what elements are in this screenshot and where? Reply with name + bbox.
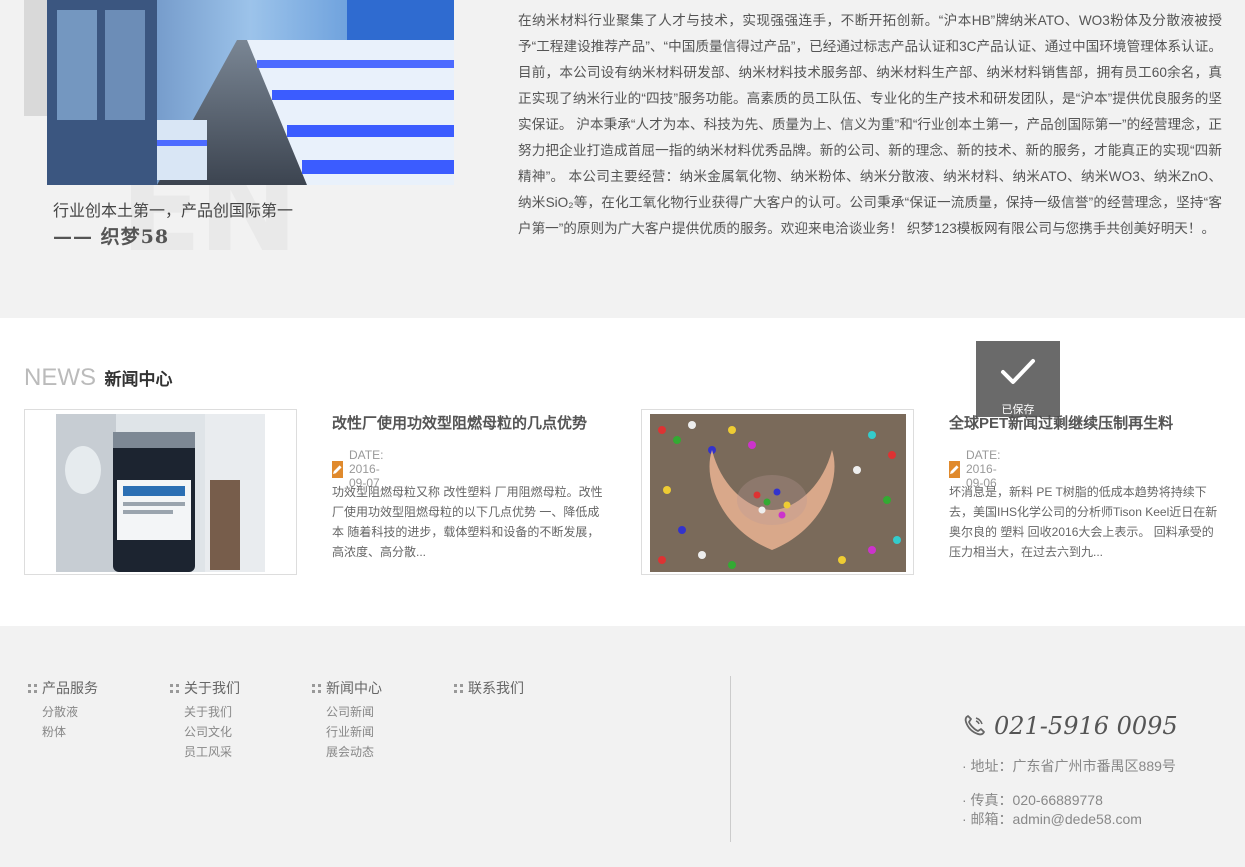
footer-link[interactable]: 公司文化 xyxy=(184,722,240,742)
news-title[interactable]: 改性厂使用功效型阻燃母粒的几点优势 xyxy=(332,412,587,433)
footer-link[interactable]: 粉体 xyxy=(42,722,98,742)
footer-column-news: 新闻中心 公司新闻 行业新闻 展会动态 xyxy=(312,678,382,762)
plastic-pellets-image xyxy=(650,414,906,572)
contact-email[interactable]: · 邮箱：admin@dede58.com xyxy=(962,809,1142,829)
about-signature: —— 织梦58 xyxy=(53,226,170,248)
footer-column-contact: 联系我们 xyxy=(454,678,524,698)
showroom-image xyxy=(47,0,454,185)
footer-column-heading[interactable]: 联系我们 xyxy=(454,678,524,698)
phone-icon xyxy=(964,715,985,736)
news-heading: NEWS 新闻中心 xyxy=(24,364,172,392)
pencil-icon xyxy=(949,460,960,478)
footer-column-products: 产品服务 分散液 粉体 xyxy=(28,678,98,742)
footer-column-heading[interactable]: 产品服务 xyxy=(28,678,98,698)
product-jar-image xyxy=(56,414,265,572)
saved-toast: 已保存 xyxy=(976,341,1060,417)
dot-grid-icon xyxy=(454,683,463,693)
news-thumbnail[interactable] xyxy=(24,409,297,575)
about-photo xyxy=(47,0,454,185)
contact-phone-row: 021-5916 0095 xyxy=(962,712,1178,740)
footer-link[interactable]: 公司新闻 xyxy=(326,702,382,722)
about-quote: 行业创本土第一，产品创国际第一 xyxy=(53,203,294,220)
checkmark-icon xyxy=(1001,359,1035,384)
pencil-icon xyxy=(332,460,343,478)
footer-link[interactable]: 展会动态 xyxy=(326,742,382,762)
site-footer: 产品服务 分散液 粉体 关于我们 关于我们 公司文化 员工风采 新闻中心 公司新… xyxy=(0,626,1245,867)
footer-link[interactable]: 关于我们 xyxy=(184,702,240,722)
footer-column-about: 关于我们 关于我们 公司文化 员工风采 xyxy=(170,678,240,762)
contact-phone-number[interactable]: 021-5916 0095 xyxy=(994,712,1178,740)
footer-link[interactable]: 员工风采 xyxy=(184,742,240,762)
news-heading-en: NEWS xyxy=(24,364,96,391)
footer-column-heading[interactable]: 关于我们 xyxy=(170,678,240,698)
footer-link[interactable]: 分散液 xyxy=(42,702,98,722)
about-section: EN 行业创本土第一，产品创国际第一 —— 织梦58 在纳米材料行业聚集了人才与… xyxy=(0,0,1245,318)
news-summary: 功效型阻燃母粒又称 改性塑料 厂用阻燃母粒。改性厂使用功效型阻燃母粒的以下几点优… xyxy=(332,485,603,559)
news-thumbnail[interactable] xyxy=(641,409,914,575)
contact-address: · 地址：广东省广州市番禺区889号 xyxy=(962,758,1176,774)
dot-grid-icon xyxy=(170,683,179,693)
contact-fax: · 传真：020-66889778 xyxy=(962,792,1103,808)
dot-grid-icon xyxy=(28,683,37,693)
dot-grid-icon xyxy=(312,683,321,693)
decorative-bar xyxy=(24,0,48,116)
footer-divider xyxy=(730,676,731,842)
footer-column-heading[interactable]: 新闻中心 xyxy=(312,678,382,698)
about-description: 在纳米材料行业聚集了人才与技术，实现强强连手，不断开拓创新。“沪本HB”牌纳米A… xyxy=(518,13,1222,236)
news-summary: 坏消息是，新料 PE T树脂的低成本趋势将持续下去，美国IHS化学公司的分析师T… xyxy=(949,485,1218,559)
saved-toast-label: 已保存 xyxy=(1001,404,1035,416)
footer-link[interactable]: 行业新闻 xyxy=(326,722,382,742)
news-heading-cn[interactable]: 新闻中心 xyxy=(104,370,172,389)
